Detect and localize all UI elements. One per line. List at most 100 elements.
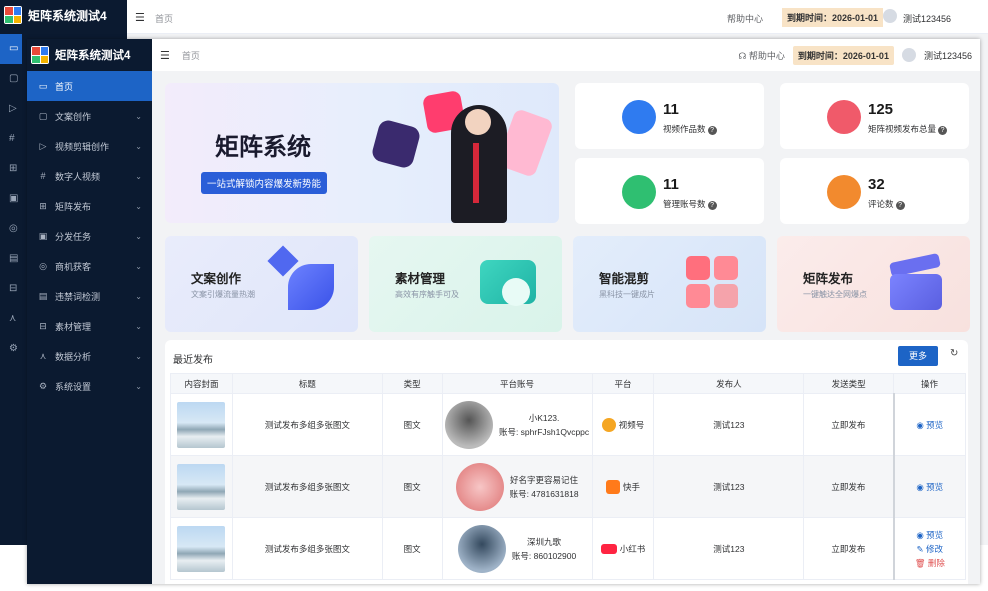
- table-row: 测试发布多组多张图文 图文 小K123. 账号: sphrFJsh1Qvcppc…: [170, 393, 966, 456]
- platform-cell: 快手: [593, 479, 654, 494]
- sidebar-item-label: 系统设置: [55, 381, 92, 392]
- feature-card-matrix-publish[interactable]: 矩阵发布 一键触达全网爆点: [777, 236, 970, 332]
- row-type: 图文: [381, 455, 443, 518]
- chevron-down-icon: ⌄: [135, 171, 142, 181]
- hero-banner: 矩阵系统 一站式解锁内容爆发新势能: [165, 83, 559, 223]
- grid-icon: ⊞: [9, 163, 18, 174]
- cover-thumbnail[interactable]: [177, 463, 226, 510]
- help-icon: ?: [707, 126, 717, 135]
- background-user: 测试123456: [903, 14, 952, 24]
- stat-value: 125: [868, 101, 894, 118]
- sidebar-item-label: 首页: [55, 81, 74, 92]
- account-id: 账号: 4781631818: [509, 488, 579, 499]
- sidebar-item-banned-words[interactable]: ▤ 违禁词检测 ⌄: [27, 281, 152, 311]
- monitor-icon: ▭: [38, 80, 48, 91]
- refresh-icon[interactable]: ↻: [950, 348, 958, 359]
- column-header: 发布人: [653, 373, 805, 394]
- target-icon: ◎: [9, 223, 18, 234]
- recent-publish-panel: 最近发布 更多 ↻ 内容封面 标题 类型 平台账号 平台 发布人 发送类型 操作: [165, 340, 968, 584]
- feature-subtitle: 黑科技一键成片: [599, 290, 655, 299]
- sidebar-item-analytics[interactable]: ⋏ 数据分析 ⌄: [27, 341, 152, 371]
- column-header: 发送类型: [803, 373, 895, 394]
- stat-label: 评论数?: [868, 198, 905, 210]
- digital-human-icon: #: [40, 171, 46, 181]
- sidebar-item-video-edit[interactable]: ▷ 视频剪辑创作 ⌄: [27, 131, 152, 161]
- stat-card-comments[interactable]: 32 评论数?: [780, 158, 969, 224]
- fold-icon: ☰: [135, 12, 145, 24]
- sidebar-logo: 矩阵系统测试4: [27, 39, 152, 71]
- xiaohongshu-icon: [600, 543, 617, 554]
- sidebar-item-label: 违禁词检测: [55, 291, 101, 302]
- sidebar-item-leads[interactable]: ◎ 商机获客 ⌄: [27, 251, 152, 281]
- account-name: 小K123.: [528, 412, 560, 423]
- feature-card-smart-mix[interactable]: 智能混剪 黑科技一键成片: [573, 236, 766, 332]
- fold-menu-icon[interactable]: ☰: [160, 49, 170, 62]
- banner-subtitle: 一站式解锁内容爆发新势能: [201, 172, 328, 194]
- account-cell: 好名字更容易记住 账号: 4781631818: [443, 462, 592, 511]
- feature-subtitle: 一键触达全网爆点: [803, 290, 867, 299]
- sidebar-item-label: 数据分析: [55, 351, 92, 362]
- sidebar-item-matrix-publish[interactable]: ⊞ 矩阵发布 ⌄: [27, 191, 152, 221]
- cover-thumbnail[interactable]: [177, 525, 226, 572]
- feature-title: 文案创作: [191, 272, 242, 286]
- account-cell: 小K123. 账号: sphrFJsh1Qvcppc: [443, 400, 592, 449]
- app-title: 矩阵系统测试4: [55, 50, 131, 62]
- main-window: 矩阵系统测试4 ▭ 首页 ▢ 文案创作 ⌄ ▷ 视频剪辑创作 ⌄ # 数字人视频…: [27, 39, 980, 584]
- sidebar-item-copywriting[interactable]: ▢ 文案创作 ⌄: [27, 101, 152, 131]
- delete-link[interactable]: 🗑 删除: [895, 556, 965, 570]
- grid-icon: ⊞: [39, 200, 47, 211]
- banner-title: 矩阵系统: [215, 134, 311, 161]
- header-right: ☊ 帮助中心 到期时间：2026-01-01 测试123456: [738, 39, 972, 71]
- stat-card-publish-total[interactable]: 125 矩阵视频发布总量?: [780, 83, 969, 149]
- folder-icon: ⊟: [39, 320, 47, 331]
- more-button[interactable]: 更多: [898, 346, 938, 366]
- row-publisher: 测试123: [653, 393, 805, 456]
- stat-card-videos[interactable]: 11 视频作品数?: [575, 83, 764, 149]
- row-title: 测试发布多组多张图文: [231, 517, 383, 580]
- feature-card-assets[interactable]: 素材管理 高效有序触手可及: [369, 236, 562, 332]
- avatar[interactable]: [901, 48, 916, 62]
- preview-link[interactable]: ◉ 预览: [895, 528, 965, 542]
- column-header: 平台: [591, 373, 655, 394]
- background-expire: 到期时间：2026-01-01: [782, 8, 884, 27]
- column-header: 平台账号: [441, 373, 593, 394]
- account-name: 好名字更容易记住: [510, 474, 579, 485]
- sidebar-item-tasks[interactable]: ▣ 分发任务 ⌄: [27, 221, 152, 251]
- eye-icon: ◉: [916, 529, 927, 540]
- breadcrumb[interactable]: 首页: [182, 49, 200, 62]
- feather-pen-icon: [267, 245, 336, 314]
- chart-icon: ⋏: [9, 313, 17, 324]
- preview-link[interactable]: ◉ 预览: [895, 480, 965, 494]
- row-type: 图文: [381, 393, 443, 456]
- folder-video-icon: [476, 250, 540, 314]
- sidebar-item-label: 数字人视频: [55, 171, 101, 182]
- account-name: 深圳九歌: [527, 536, 562, 547]
- chevron-down-icon: ⌄: [135, 141, 142, 151]
- user-name[interactable]: 测试123456: [924, 49, 972, 62]
- platform-cell: 视频号: [593, 417, 654, 432]
- preview-link[interactable]: ◉ 预览: [895, 418, 965, 432]
- account-cell: 深圳九歌 账号: 860102900: [443, 524, 592, 573]
- play-icon: [622, 100, 656, 134]
- digital-human-icon: #: [9, 133, 15, 144]
- account-avatar: [444, 400, 493, 449]
- app-logo-icon: [31, 46, 49, 64]
- edit-link[interactable]: ✎ 修改: [895, 542, 965, 556]
- sidebar-item-assets[interactable]: ⊟ 素材管理 ⌄: [27, 311, 152, 341]
- help-center-link[interactable]: ☊ 帮助中心: [738, 49, 785, 62]
- stat-card-accounts[interactable]: 11 管理账号数?: [575, 158, 764, 224]
- background-logo: 矩阵系统测试4: [4, 6, 107, 24]
- sidebar-item-digital-human[interactable]: # 数字人视频 ⌄: [27, 161, 152, 191]
- table-row: 测试发布多组多张图文 图文 深圳九歌 账号: 860102900 小红书 测试1…: [170, 517, 966, 580]
- target-icon: ◎: [39, 260, 47, 271]
- feature-card-copywriting[interactable]: 文案创作 文案引爆流量热潮: [165, 236, 358, 332]
- recent-publish-table: 内容封面 标题 类型 平台账号 平台 发布人 发送类型 操作 测试发布多组多张图…: [170, 373, 966, 580]
- sidebar-item-settings[interactable]: ⚙ 系统设置 ⌄: [27, 371, 152, 401]
- column-header: 标题: [231, 373, 383, 394]
- feature-subtitle: 文案引爆流量热潮: [191, 290, 255, 299]
- sidebar-item-home[interactable]: ▭ 首页: [27, 71, 152, 101]
- sidebar-item-label: 矩阵发布: [55, 201, 92, 212]
- cover-thumbnail[interactable]: [177, 401, 226, 448]
- stat-value: 11: [663, 101, 679, 118]
- platform-name: 视频号: [618, 419, 645, 430]
